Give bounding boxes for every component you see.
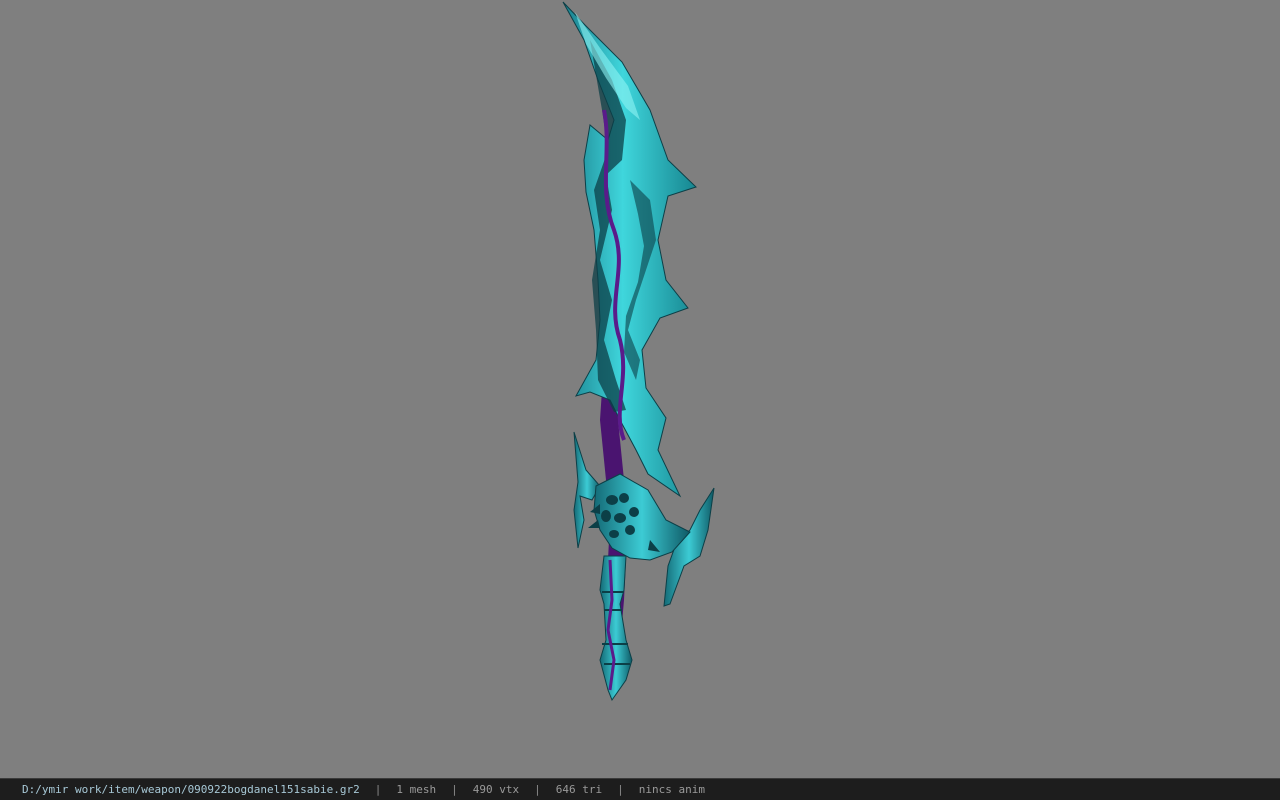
mesh-count: 1 mesh [396, 783, 437, 796]
status-separator: | [534, 783, 541, 796]
status-bar: D:/ymir work/item/weapon/090922bogdanel1… [0, 778, 1280, 800]
animation-status: nincs anim [638, 783, 705, 796]
status-separator: | [374, 783, 382, 796]
sword-blade [562, 1, 697, 498]
sword-model-render [562, 1, 715, 702]
vertex-count: 490 vtx [472, 783, 520, 796]
status-separator: | [617, 783, 624, 796]
model-viewport[interactable] [0, 0, 1280, 778]
status-separator: | [451, 783, 458, 796]
file-path: D:/ymir work/item/weapon/090922bogdanel1… [22, 783, 360, 796]
sword-handle [599, 555, 633, 702]
triangle-count: 646 tri [555, 783, 603, 796]
